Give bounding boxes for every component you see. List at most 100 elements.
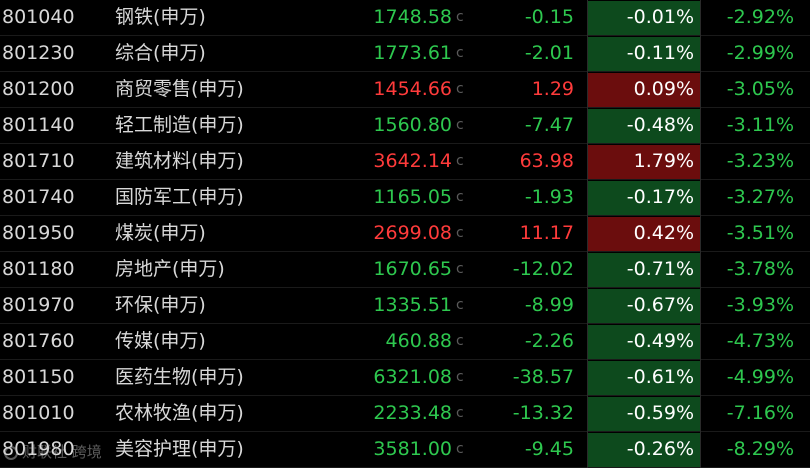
sector-code: 801760: [2, 330, 75, 352]
table-row[interactable]: 801150 医药生物(申万) 6321.08 c -38.57 -0.61% -4.99%: [0, 360, 810, 396]
sector-code: 801140: [2, 114, 75, 136]
change-percent: 0.09%: [633, 78, 694, 100]
period-change-percent: -3.11%: [726, 114, 794, 136]
price-flag: c: [456, 297, 464, 313]
table-row[interactable]: 801710 建筑材料(申万) 3642.14 c 63.98 1.79% -3.23%: [0, 144, 810, 180]
change-percent: -0.59%: [626, 402, 694, 424]
period-change-percent: -3.05%: [726, 78, 794, 100]
price-change: -8.99: [524, 294, 574, 316]
change-percent: 0.42%: [633, 222, 694, 244]
price-change: 63.98: [519, 150, 574, 172]
change-percent: -0.17%: [626, 186, 694, 208]
table-row[interactable]: 801180 房地产(申万) 1670.65 c -12.02 -0.71% -3.78%: [0, 252, 810, 288]
sector-name: 美容护理(申万): [115, 438, 244, 460]
change-percent: -0.01%: [626, 6, 694, 28]
period-change-percent: -3.23%: [726, 150, 794, 172]
change-percent: -0.11%: [626, 42, 694, 64]
sector-code: 801710: [2, 150, 75, 172]
change-percent: -0.67%: [626, 294, 694, 316]
table-row[interactable]: 801040 钢铁(申万) 1748.58 c -0.15 -0.01% -2.92%: [0, 0, 810, 36]
price-change: -9.45: [524, 438, 574, 460]
table-row[interactable]: 801010 农林牧渔(申万) 2233.48 c -13.32 -0.59% -7.16%: [0, 396, 810, 432]
table-row[interactable]: 801740 国防军工(申万) 1165.05 c -1.93 -0.17% -3.27%: [0, 180, 810, 216]
last-price: 460.88: [385, 330, 452, 352]
sector-code: 801040: [2, 6, 75, 28]
period-change-percent: -8.29%: [726, 438, 794, 460]
sector-code: 801950: [2, 222, 75, 244]
sector-name: 轻工制造(申万): [115, 114, 244, 136]
period-change-percent: -4.99%: [726, 366, 794, 388]
change-percent: 1.79%: [633, 150, 694, 172]
sector-name: 环保(申万): [115, 294, 206, 316]
last-price: 2699.08: [373, 222, 452, 244]
last-price: 1560.80: [373, 114, 452, 136]
price-flag: c: [456, 45, 464, 61]
sector-name: 房地产(申万): [115, 258, 225, 280]
sector-name: 建筑材料(申万): [115, 150, 244, 172]
change-percent: -0.61%: [626, 366, 694, 388]
sector-code: 801010: [2, 402, 75, 424]
period-change-percent: -7.16%: [726, 402, 794, 424]
period-change-percent: -3.27%: [726, 186, 794, 208]
last-price: 2233.48: [373, 402, 452, 424]
table-row[interactable]: 801230 综合(申万) 1773.61 c -2.01 -0.11% -2.99%: [0, 36, 810, 72]
table-row[interactable]: 801970 环保(申万) 1335.51 c -8.99 -0.67% -3.93%: [0, 288, 810, 324]
change-percent: -0.49%: [626, 330, 694, 352]
last-price: 1670.65: [373, 258, 452, 280]
last-price: 3642.14: [373, 150, 452, 172]
sector-code: 801150: [2, 366, 75, 388]
price-flag: c: [456, 405, 464, 421]
last-price: 1165.05: [373, 186, 452, 208]
price-change: -38.57: [512, 366, 574, 388]
sector-code: 801980: [2, 438, 75, 460]
price-flag: c: [456, 9, 464, 25]
price-flag: c: [456, 369, 464, 385]
table-row[interactable]: 801140 轻工制造(申万) 1560.80 c -7.47 -0.48% -3.11%: [0, 108, 810, 144]
sector-name: 传媒(申万): [115, 330, 206, 352]
price-flag: c: [456, 153, 464, 169]
price-change: -1.93: [524, 186, 574, 208]
price-flag: c: [456, 261, 464, 277]
last-price: 1335.51: [373, 294, 452, 316]
period-change-percent: -3.78%: [726, 258, 794, 280]
sector-name: 钢铁(申万): [115, 6, 206, 28]
price-flag: c: [456, 81, 464, 97]
table-row[interactable]: 801200 商贸零售(申万) 1454.66 c 1.29 0.09% -3.05%: [0, 72, 810, 108]
last-price: 1454.66: [373, 78, 452, 100]
sector-name: 农林牧渔(申万): [115, 402, 244, 424]
sector-name: 国防军工(申万): [115, 186, 244, 208]
price-change: -12.02: [512, 258, 574, 280]
sector-code: 801230: [2, 42, 75, 64]
last-price: 6321.08: [373, 366, 452, 388]
last-price: 3581.00: [373, 438, 452, 460]
change-percent: -0.26%: [626, 438, 694, 460]
price-change: 11.17: [519, 222, 574, 244]
column-divider: [700, 0, 701, 468]
table-row[interactable]: 801760 传媒(申万) 460.88 c -2.26 -0.49% -4.73%: [0, 324, 810, 360]
sector-name: 医药生物(申万): [115, 366, 244, 388]
price-flag: c: [456, 333, 464, 349]
price-change: -7.47: [524, 114, 574, 136]
table-row[interactable]: 801980 美容护理(申万) 3581.00 c -9.45 -0.26% -8.29%: [0, 432, 810, 468]
last-price: 1748.58: [373, 6, 452, 28]
sector-name: 煤炭(申万): [115, 222, 206, 244]
period-change-percent: -2.92%: [726, 6, 794, 28]
period-change-percent: -4.73%: [726, 330, 794, 352]
period-change-percent: -2.99%: [726, 42, 794, 64]
price-change: -2.26: [524, 330, 574, 352]
column-divider: [587, 0, 588, 468]
price-flag: c: [456, 225, 464, 241]
price-change: 1.29: [531, 78, 574, 100]
sector-quote-table: 801040 钢铁(申万) 1748.58 c -0.15 -0.01% -2.92% 801…: [0, 0, 810, 468]
price-change: -2.01: [524, 42, 574, 64]
period-change-percent: -3.93%: [726, 294, 794, 316]
price-change: -0.15: [524, 6, 574, 28]
sector-name: 商贸零售(申万): [115, 78, 244, 100]
period-change-percent: -3.51%: [726, 222, 794, 244]
price-flag: c: [456, 189, 464, 205]
change-percent: -0.48%: [626, 114, 694, 136]
table-row[interactable]: 801950 煤炭(申万) 2699.08 c 11.17 0.42% -3.51%: [0, 216, 810, 252]
price-flag: c: [456, 441, 464, 457]
sector-name: 综合(申万): [115, 42, 206, 64]
price-flag: c: [456, 117, 464, 133]
